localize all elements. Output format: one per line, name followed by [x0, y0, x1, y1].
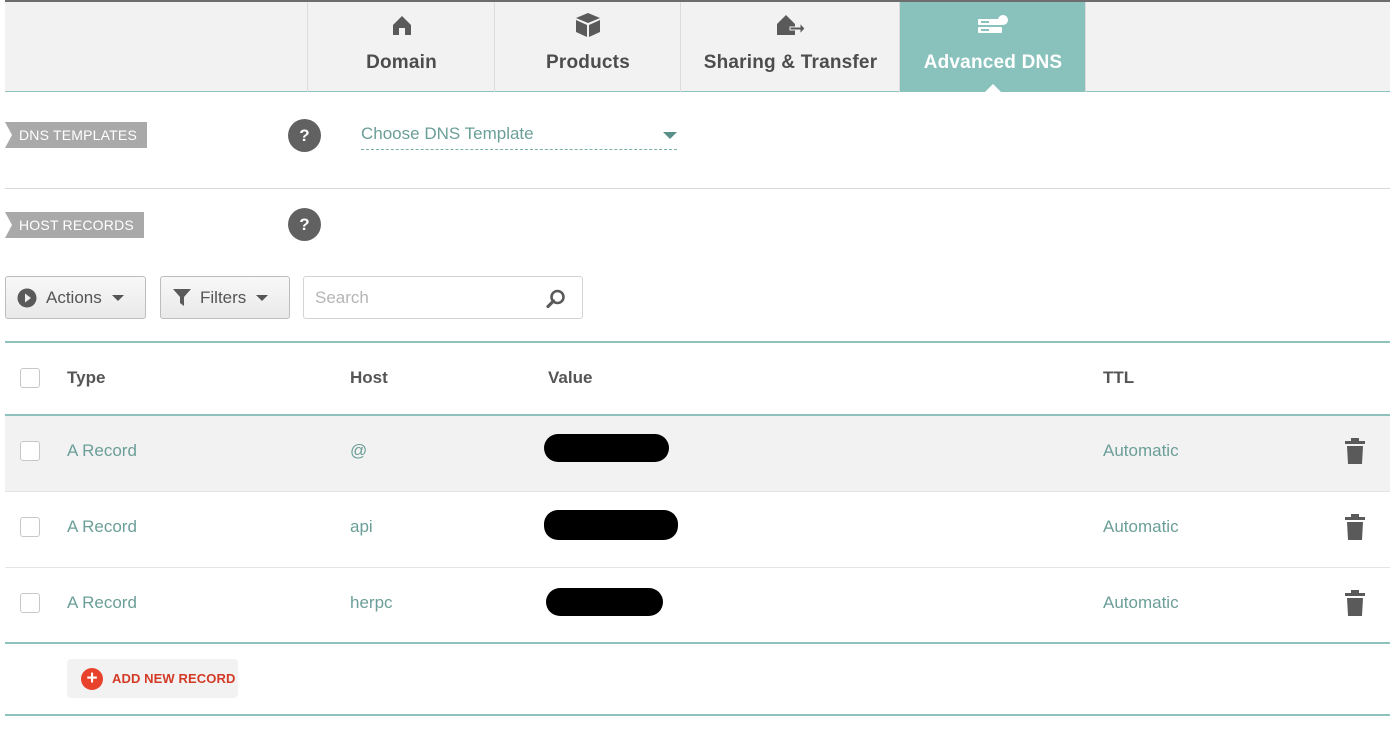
filters-button[interactable]: Filters [160, 276, 290, 319]
play-circle-icon [17, 288, 37, 308]
redacted-value [544, 510, 678, 540]
tab-divider [1085, 2, 1086, 92]
footer-border [5, 714, 1390, 716]
select-all-checkbox[interactable] [20, 368, 40, 388]
record-host[interactable]: @ [350, 441, 367, 461]
table-row[interactable]: A Record herpc Automatic [5, 568, 1390, 644]
column-header-ttl[interactable]: TTL [1103, 368, 1134, 388]
server-icon [977, 12, 1009, 38]
plus-circle-icon: + [81, 667, 103, 690]
column-header-value[interactable]: Value [548, 368, 592, 388]
tab-label: Advanced DNS [923, 52, 1063, 73]
dns-templates-label: DNS TEMPLATES [5, 122, 147, 148]
record-ttl[interactable]: Automatic [1103, 441, 1179, 461]
add-new-record-label: ADD NEW RECORD [112, 671, 236, 686]
row-checkbox[interactable] [20, 593, 40, 613]
box-icon [575, 12, 601, 38]
tab-bar: Domain Products Sharing & Transfer Advan… [5, 0, 1390, 93]
chevron-down-icon [256, 294, 269, 301]
chevron-down-icon [111, 294, 124, 301]
trash-icon[interactable] [1345, 514, 1365, 545]
record-type[interactable]: A Record [67, 441, 137, 461]
row-checkbox[interactable] [20, 517, 40, 537]
column-header-type[interactable]: Type [67, 368, 105, 388]
tab-advanced-dns[interactable]: Advanced DNS [899, 2, 1086, 93]
record-ttl[interactable]: Automatic [1103, 517, 1179, 537]
search-input[interactable] [304, 277, 524, 318]
table-top-border [5, 341, 1390, 343]
dns-template-select[interactable]: Choose DNS Template [361, 122, 677, 150]
table-row[interactable]: A Record @ Automatic [5, 416, 1390, 492]
redacted-value [546, 588, 663, 616]
home-icon [391, 12, 413, 38]
dns-template-value: Choose DNS Template [361, 124, 534, 143]
tab-label: Domain [366, 52, 437, 73]
trash-icon[interactable] [1345, 438, 1365, 469]
row-checkbox[interactable] [20, 441, 40, 461]
filters-label: Filters [200, 287, 247, 307]
redacted-value [544, 434, 669, 462]
record-ttl[interactable]: Automatic [1103, 593, 1179, 613]
table-bottom-border [5, 642, 1390, 644]
house-transfer-icon [776, 12, 806, 38]
dns-templates-help-icon[interactable]: ? [288, 119, 321, 152]
search-box [303, 276, 583, 319]
add-new-record-button[interactable]: + ADD NEW RECORD [67, 659, 238, 698]
actions-button[interactable]: Actions [5, 276, 146, 319]
trash-icon[interactable] [1345, 590, 1365, 621]
record-host[interactable]: herpc [350, 593, 393, 613]
tab-domain[interactable]: Domain [307, 2, 495, 92]
actions-label: Actions [46, 287, 102, 307]
host-records-help-icon[interactable]: ? [288, 208, 321, 241]
record-type[interactable]: A Record [67, 517, 137, 537]
host-records-label: HOST RECORDS [5, 212, 144, 238]
chevron-down-icon [663, 132, 677, 139]
table-row[interactable]: A Record api Automatic [5, 492, 1390, 568]
tab-products[interactable]: Products [494, 2, 681, 92]
section-divider [5, 188, 1390, 189]
record-type[interactable]: A Record [67, 593, 137, 613]
tab-sharing-transfer[interactable]: Sharing & Transfer [680, 2, 900, 92]
tab-label: Sharing & Transfer [703, 52, 878, 73]
column-header-host[interactable]: Host [350, 368, 388, 388]
filter-icon [173, 288, 191, 307]
search-icon[interactable] [546, 289, 566, 314]
record-host[interactable]: api [350, 517, 373, 537]
tab-label: Products [546, 52, 630, 73]
